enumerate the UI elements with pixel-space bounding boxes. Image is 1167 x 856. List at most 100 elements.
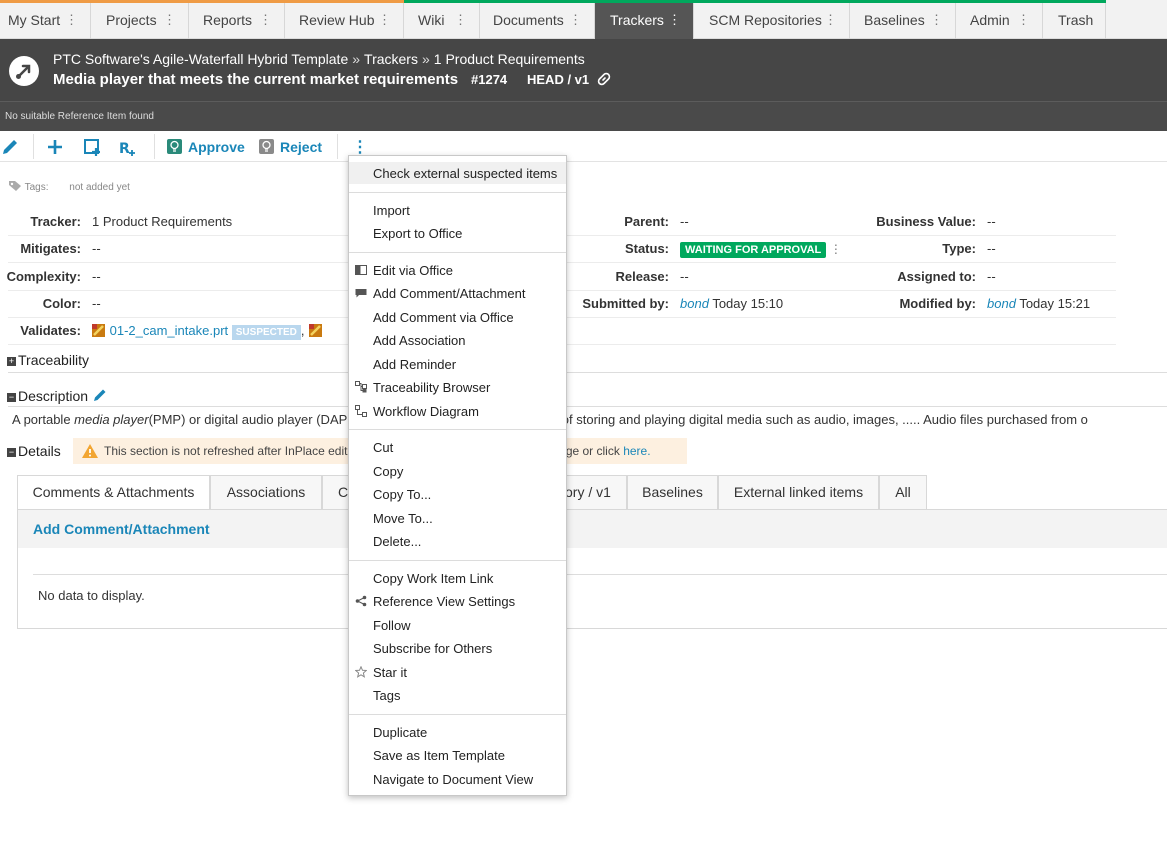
mitigates-value[interactable]: --	[92, 241, 101, 256]
tab-more-icon[interactable]: ⋮	[259, 3, 272, 37]
tab-my-start[interactable]: My Start ⋮	[0, 3, 91, 39]
description-section-toggle[interactable]: − Description	[7, 387, 108, 404]
status-badge[interactable]: WAITING FOR APPROVAL	[680, 242, 827, 258]
menu-copy-work-item-link[interactable]: Copy Work Item Link	[349, 567, 566, 589]
reject-button[interactable]: Reject	[258, 131, 328, 162]
menu-add-comment-attachment[interactable]: Add Comment/Attachment	[349, 282, 566, 304]
item-header: PTC Software's Agile-Waterfall Hybrid Te…	[0, 39, 1167, 101]
tab-wiki[interactable]: Wiki ⋮	[404, 3, 480, 39]
menu-edit-via-office[interactable]: Edit via Office	[349, 259, 566, 281]
tab-label: Trash	[1058, 12, 1094, 28]
color-value[interactable]: --	[92, 296, 101, 311]
menu-subscribe-for-others[interactable]: Subscribe for Others	[349, 637, 566, 659]
complexity-value[interactable]: --	[92, 269, 101, 284]
menu-check-external-suspected[interactable]: Check external suspected items	[349, 162, 566, 184]
link-icon[interactable]	[597, 72, 611, 91]
edit-description-icon[interactable]	[92, 387, 108, 403]
tab-trackers[interactable]: Trackers ⋮	[595, 3, 694, 39]
menu-separator	[349, 252, 566, 253]
tab-more-icon[interactable]: ⋮	[930, 3, 943, 37]
menu-item-label: Add Reminder	[373, 357, 457, 372]
tab-all[interactable]: All	[879, 475, 927, 509]
menu-cut[interactable]: Cut	[349, 436, 566, 458]
tab-reports[interactable]: Reports ⋮	[189, 3, 285, 39]
menu-add-reminder[interactable]: Add Reminder	[349, 353, 566, 375]
breadcrumb-trackers[interactable]: Trackers	[364, 51, 418, 67]
tab-label: Associations	[226, 484, 306, 500]
menu-tags[interactable]: Tags	[349, 684, 566, 706]
tab-label: External linked items	[733, 484, 864, 500]
parent-value[interactable]: --	[680, 214, 689, 229]
new-child-button[interactable]	[82, 131, 104, 162]
tab-trash[interactable]: Trash	[1043, 3, 1106, 39]
tab-more-icon[interactable]: ⋮	[163, 3, 176, 37]
status-value[interactable]: WAITING FOR APPROVAL ⋮	[680, 241, 842, 258]
business-value-value[interactable]: --	[987, 214, 996, 229]
modified-time: Today 15:21	[1019, 296, 1091, 311]
tab-comments-attachments[interactable]: Comments & Attachments	[17, 475, 210, 509]
menu-follow[interactable]: Follow	[349, 614, 566, 636]
menu-item-label: Duplicate	[373, 725, 428, 740]
menu-separator	[349, 429, 566, 430]
menu-reference-view-settings[interactable]: Reference View Settings	[349, 590, 566, 612]
item-revision[interactable]: HEAD / v1	[527, 72, 589, 87]
tab-projects[interactable]: Projects ⋮	[91, 3, 189, 39]
menu-traceability-browser[interactable]: Traceability Browser	[349, 376, 566, 398]
tab-more-icon[interactable]: ⋮	[378, 3, 391, 37]
menu-save-as-item-template[interactable]: Save as Item Template	[349, 744, 566, 766]
menu-add-comment-via-office[interactable]: Add Comment via Office	[349, 306, 566, 328]
menu-copy[interactable]: Copy	[349, 460, 566, 482]
tab-more-icon[interactable]: ⋮	[1017, 3, 1030, 37]
menu-item-label: Navigate to Document View	[373, 772, 534, 787]
menu-delete[interactable]: Delete...	[349, 530, 566, 552]
tab-admin[interactable]: Admin ⋮	[956, 3, 1043, 39]
menu-import[interactable]: Import	[349, 199, 566, 221]
submitted-user-link[interactable]: bond	[680, 296, 709, 311]
new-item-button[interactable]	[44, 131, 66, 162]
tab-review-hub[interactable]: Review Hub ⋮	[285, 3, 404, 39]
menu-duplicate[interactable]: Duplicate	[349, 721, 566, 743]
add-comment-link[interactable]: Add Comment/Attachment	[33, 521, 210, 537]
edit-button[interactable]	[0, 131, 26, 162]
type-value[interactable]: --	[987, 241, 996, 256]
breadcrumb-tracker[interactable]: 1 Product Requirements	[434, 51, 585, 67]
menu-navigate-to-document-view[interactable]: Navigate to Document View	[349, 768, 566, 790]
tab-documents[interactable]: Documents ⋮	[480, 3, 595, 39]
tags-value[interactable]: not added yet	[69, 182, 130, 193]
tracker-value[interactable]: 1 Product Requirements	[92, 214, 232, 229]
breadcrumb-project[interactable]: PTC Software's Agile-Waterfall Hybrid Te…	[53, 51, 348, 67]
menu-add-association[interactable]: Add Association	[349, 329, 566, 351]
reference-bar: No suitable Reference Item found	[0, 101, 1167, 131]
tab-associations[interactable]: Associations	[210, 475, 322, 509]
menu-export-to-office[interactable]: Export to Office	[349, 222, 566, 244]
menu-star-it[interactable]: Star it	[349, 661, 566, 683]
assigned-value[interactable]: --	[987, 269, 996, 284]
menu-item-label: Move To...	[373, 511, 433, 526]
refresh-here-link[interactable]: here.	[623, 444, 650, 458]
tags-row: Tags: not added yet	[8, 180, 130, 193]
menu-move-to[interactable]: Move To...	[349, 507, 566, 529]
details-section-toggle[interactable]: − Details	[7, 443, 61, 459]
traceability-title: Traceability	[18, 352, 90, 368]
add-reference-button[interactable]: R	[116, 131, 140, 162]
menu-workflow-diagram[interactable]: Workflow Diagram	[349, 400, 566, 422]
menu-copy-to[interactable]: Copy To...	[349, 483, 566, 505]
tab-baselines[interactable]: Baselines ⋮	[850, 3, 956, 39]
svg-text:R: R	[119, 141, 130, 157]
modified-user-link[interactable]: bond	[987, 296, 1016, 311]
menu-item-label: Add Comment via Office	[373, 310, 514, 325]
tab-external-linked-items[interactable]: External linked items	[718, 475, 879, 509]
tab-more-icon[interactable]: ⋮	[668, 3, 681, 37]
tab-label: Review Hub	[299, 12, 375, 28]
release-value[interactable]: --	[680, 269, 689, 284]
tab-more-icon[interactable]: ⋮	[824, 3, 837, 37]
tab-more-icon[interactable]: ⋮	[569, 3, 582, 37]
tab-baselines[interactable]: Baselines	[627, 475, 718, 509]
approve-button[interactable]: Approve	[166, 131, 246, 162]
section-divider	[8, 406, 1167, 407]
traceability-section-toggle[interactable]: + Traceability	[7, 352, 89, 368]
tab-scm-repositories[interactable]: SCM Repositories ⋮	[694, 3, 850, 39]
validates-file-link[interactable]: 01-2_cam_intake.prt	[110, 323, 229, 338]
tab-more-icon[interactable]: ⋮	[65, 3, 78, 37]
tab-more-icon[interactable]: ⋮	[454, 3, 467, 37]
